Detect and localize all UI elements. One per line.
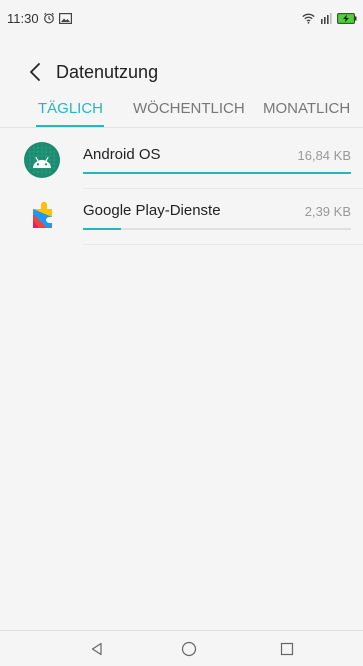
usage-bar: [83, 172, 351, 174]
back-button[interactable]: [20, 57, 50, 87]
list-item-android-os[interactable]: Android OS 16,84 KB: [0, 130, 363, 188]
status-right: [302, 12, 357, 24]
usage-bar-fill: [83, 228, 121, 230]
row-divider: [83, 244, 363, 245]
google-play-services-icon: [33, 202, 52, 228]
signal-icon: [320, 12, 332, 24]
active-tab-indicator: [36, 125, 104, 127]
android-icon: [24, 142, 60, 178]
battery-charging-icon: [337, 12, 357, 24]
nav-back-button[interactable]: [87, 639, 107, 659]
app-name: Android OS: [83, 146, 161, 163]
nav-recents-button[interactable]: [277, 639, 297, 659]
usage-bar: [83, 228, 351, 230]
app-name: Google Play-Dienste: [83, 202, 221, 219]
tab-bar: TÄGLICH WÖCHENTLICH MONATLICH: [0, 96, 363, 128]
alarm-icon: [43, 12, 55, 24]
list-item-google-play-services[interactable]: Google Play-Dienste 2,39 KB: [0, 186, 363, 244]
app-data-size: 2,39 KB: [304, 204, 351, 219]
tab-weekly[interactable]: WÖCHENTLICH: [133, 96, 245, 127]
status-left: 11:30: [7, 11, 72, 26]
usage-bar-fill: [83, 172, 351, 174]
image-notification-icon: [58, 12, 72, 24]
nav-home-button[interactable]: [179, 639, 199, 659]
back-triangle-icon: [91, 642, 102, 656]
app-data-size: 16,84 KB: [297, 148, 352, 163]
page-title: Datenutzung: [56, 61, 159, 82]
header: Datenutzung: [0, 52, 363, 92]
tab-daily[interactable]: TÄGLICH: [38, 96, 103, 127]
tab-monthly[interactable]: MONATLICH: [263, 96, 350, 127]
status-bar: 11:30: [0, 0, 363, 36]
system-nav-bar: [0, 630, 363, 666]
status-time: 11:30: [7, 10, 39, 26]
home-circle-icon: [181, 641, 197, 657]
chevron-left-icon: [30, 63, 40, 81]
recents-square-icon: [280, 642, 294, 656]
wifi-icon: [302, 13, 315, 24]
